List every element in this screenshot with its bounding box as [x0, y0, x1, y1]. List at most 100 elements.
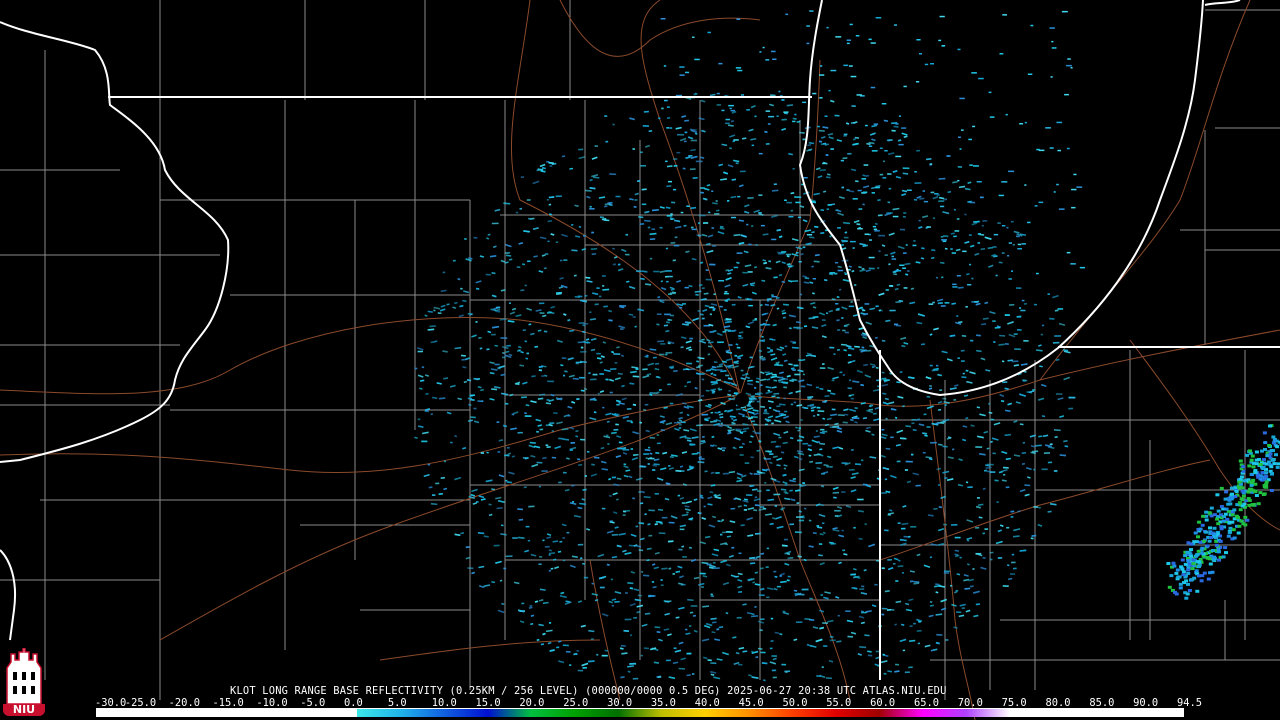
echo-pixel [599, 373, 604, 375]
echo-pixel [787, 575, 791, 578]
echo-pixel [887, 558, 892, 561]
echo-pixel [656, 631, 661, 634]
echo-pixel [668, 567, 672, 570]
echo-pixel [454, 533, 461, 537]
echo-pixel [924, 434, 928, 437]
echo-pixel [563, 313, 567, 316]
echo-pixel [836, 348, 840, 351]
echo-pixel [740, 524, 745, 527]
echo-pixel [675, 616, 680, 619]
echo-pixel [908, 666, 913, 669]
echo-pixel [737, 505, 742, 508]
echo-pixel [656, 313, 662, 315]
echo-pixel [838, 196, 845, 200]
echo-pixel [547, 641, 552, 645]
echo-pixel [899, 370, 903, 374]
echo-pixel [543, 267, 547, 270]
storm-pixel [1200, 523, 1205, 527]
echo-pixel [942, 445, 948, 448]
echo-pixel [956, 218, 960, 220]
echo-pixel [488, 503, 492, 506]
storm-pixel [1213, 536, 1218, 540]
echo-pixel [940, 236, 944, 238]
echo-pixel [811, 439, 819, 444]
echo-pixel [789, 557, 794, 559]
echo-pixel [957, 165, 962, 168]
echo-pixel [789, 523, 795, 526]
radar-map[interactable] [0, 0, 1280, 720]
echo-pixel [885, 289, 889, 291]
echo-pixel [616, 498, 619, 501]
echo-pixel [632, 148, 635, 150]
echo-pixel [700, 394, 705, 398]
echo-pixel [580, 389, 585, 392]
echo-pixel [854, 407, 858, 410]
echo-pixel [430, 341, 434, 344]
echo-pixel [816, 406, 821, 409]
echo-pixel [470, 416, 476, 419]
echo-pixel [648, 594, 652, 597]
echo-pixel [782, 316, 786, 319]
echo-pixel [576, 650, 580, 652]
echo-pixel [931, 369, 939, 372]
echo-pixel [766, 596, 770, 599]
echo-pixel [442, 350, 448, 353]
echo-pixel [808, 317, 816, 320]
echo-pixel [666, 127, 669, 129]
echo-pixel [953, 235, 957, 238]
echo-pixel [758, 212, 762, 214]
storm-pixel [1238, 508, 1243, 512]
echo-pixel [882, 160, 886, 163]
echo-pixel [1024, 184, 1027, 186]
echo-pixel [776, 228, 781, 232]
echo-pixel [750, 456, 754, 459]
echo-pixel [760, 552, 765, 555]
echo-pixel [644, 219, 651, 222]
echo-pixel [649, 257, 653, 260]
echo-pixel [723, 309, 727, 311]
echo-pixel [553, 412, 558, 415]
echo-pixel [914, 182, 922, 184]
echo-pixel [903, 135, 908, 138]
echo-pixel [1049, 443, 1053, 446]
echo-pixel [625, 469, 631, 472]
echo-pixel [499, 579, 503, 582]
echo-pixel [656, 323, 660, 326]
echo-pixel [535, 309, 542, 312]
echo-pixel [823, 464, 829, 467]
storm-pixel [1237, 501, 1242, 505]
echo-pixel [583, 387, 588, 391]
echo-pixel [665, 275, 669, 278]
echo-pixel [852, 417, 860, 420]
echo-pixel [986, 447, 990, 450]
echo-pixel [833, 496, 837, 499]
echo-pixel [844, 273, 847, 275]
echo-pixel [893, 557, 899, 561]
echo-pixel [788, 216, 794, 218]
echo-pixel [643, 110, 649, 113]
echo-pixel [804, 229, 812, 233]
echo-pixel [749, 282, 756, 285]
echo-pixel [493, 386, 501, 389]
echo-pixel [727, 124, 734, 127]
echo-pixel [868, 267, 875, 270]
echo-pixel [698, 283, 703, 287]
echo-pixel [585, 276, 591, 279]
echo-pixel [741, 137, 747, 140]
echo-pixel [788, 327, 792, 330]
echo-pixel [756, 449, 760, 452]
echo-pixel [665, 659, 671, 662]
echo-pixel [732, 394, 735, 397]
echo-pixel [825, 176, 831, 179]
echo-pixel [1038, 344, 1042, 347]
echo-pixel [750, 420, 755, 423]
echo-pixel [538, 270, 544, 273]
echo-pixel [568, 374, 575, 378]
echo-pixel [686, 362, 693, 365]
storm-pixel [1167, 585, 1172, 589]
echo-pixel [446, 411, 452, 415]
echo-pixel [625, 280, 630, 283]
echo-pixel [974, 301, 979, 303]
echo-pixel [800, 252, 804, 256]
echo-pixel [606, 530, 614, 534]
